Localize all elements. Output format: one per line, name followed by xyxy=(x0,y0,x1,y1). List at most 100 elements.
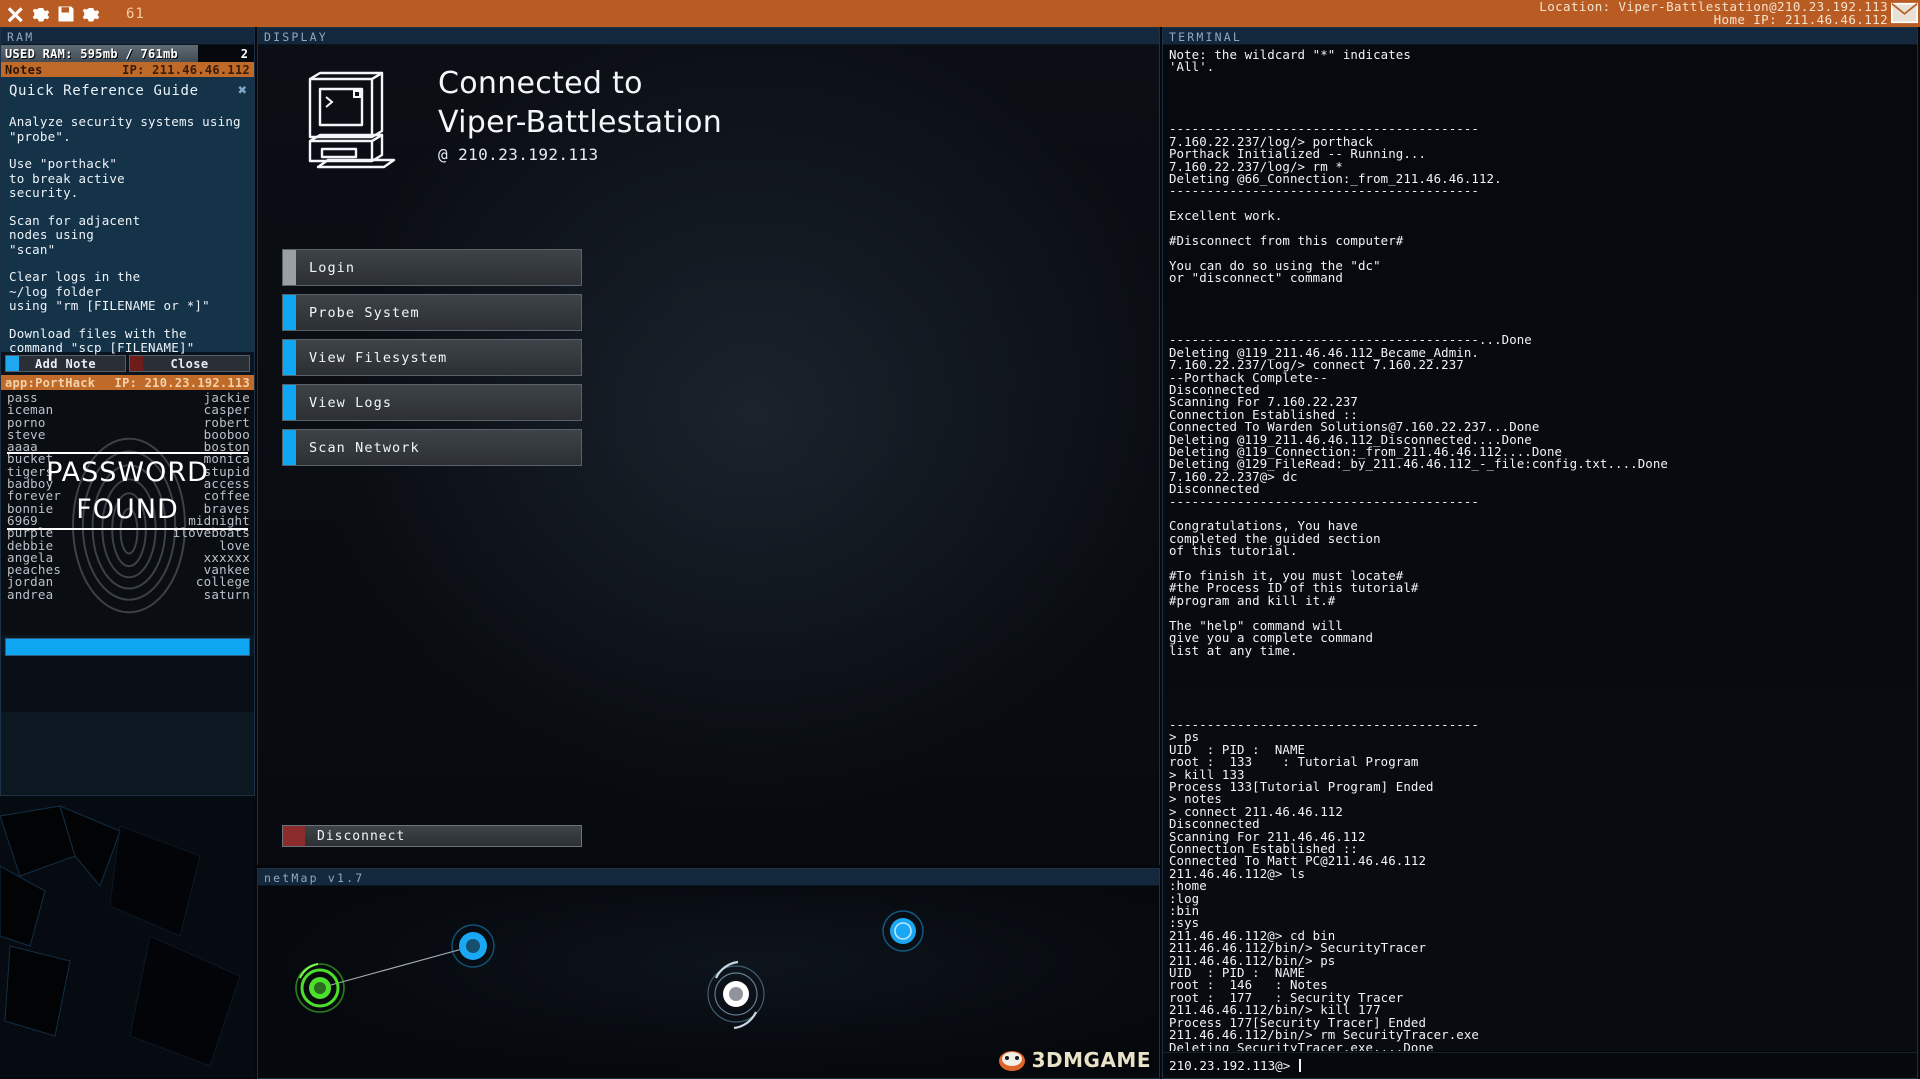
notes-paragraph: Download files with the command "scp [FI… xyxy=(9,325,195,355)
background-art-svg xyxy=(0,796,255,1079)
terminal-line: root : 133 : Tutorial Program xyxy=(1169,754,1419,770)
netmap-node-home[interactable] xyxy=(295,963,345,1013)
terminal-line: Note: the wildcard "*" indicates xyxy=(1169,47,1411,62)
terminal-line: > connect 211.46.46.112 xyxy=(1169,803,1343,819)
terminal-line: list at any time. xyxy=(1169,642,1298,658)
porthack-module-title-bar[interactable]: app:PortHack IP: 210.23.192.113 xyxy=(1,375,254,390)
close-icon[interactable]: ✖ xyxy=(238,81,247,99)
display-panel-body: Connected to Viper-Battlestation @ 210.2… xyxy=(258,45,1159,865)
password-item: andrea xyxy=(7,586,54,602)
ram-usage-label: USED RAM: 595mb / 761mb xyxy=(5,46,179,61)
home-ip-label: Home IP: 211.46.46.112 xyxy=(1713,11,1888,27)
terminal-prompt-text: 210.23.192.113@> xyxy=(1169,1058,1291,1073)
terminal-header: TERMINAL xyxy=(1163,28,1917,45)
top-bar-icons xyxy=(0,5,100,23)
machine-ip: @ 210.23.192.113 xyxy=(438,145,599,164)
close-notes-button[interactable]: Close xyxy=(129,355,250,372)
action-accent xyxy=(283,430,296,465)
porthack-module-title: app:PortHack xyxy=(5,375,96,390)
action-button-probe-system[interactable]: Probe System xyxy=(282,294,582,331)
left-background-art xyxy=(0,796,255,1079)
disconnect-button[interactable]: Disconnect xyxy=(282,825,582,847)
notes-module-title: Notes xyxy=(5,62,43,77)
disconnect-accent xyxy=(283,826,305,846)
save-icon[interactable] xyxy=(57,5,75,23)
notes-module-ip: IP: 211.46.46.112 xyxy=(122,62,250,77)
display-panel-header: DISPLAY xyxy=(258,28,1159,45)
terminal-line: or "disconnect" command xyxy=(1169,270,1343,286)
action-accent xyxy=(283,250,296,285)
hacknet-screen: 61 Location: Viper-Battlestation@210.23.… xyxy=(0,0,1920,1079)
gear-icon[interactable] xyxy=(32,5,50,23)
close-icon[interactable] xyxy=(7,5,25,23)
watermark-logo-icon xyxy=(998,1051,1025,1071)
notes-paragraph: Analyze security systems using "probe". xyxy=(9,114,241,144)
porthack-module-ip: IP: 210.23.192.113 xyxy=(114,375,250,390)
location-info: Location: Viper-Battlestation@210.23.192… xyxy=(1539,0,1888,27)
terminal-line: :bin xyxy=(1169,903,1200,919)
terminal-line: #Disconnect from this computer# xyxy=(1169,233,1404,249)
terminal-line: 7.160.22.237@> dc xyxy=(1169,468,1298,484)
terminal-line: #program and kill it.# xyxy=(1169,592,1336,608)
terminal-line: ----------------------------------------… xyxy=(1169,716,1479,732)
ram-panel: RAM USED RAM: 595mb / 761mb 2 Notes IP: … xyxy=(0,27,255,796)
machine-name: Viper-Battlestation xyxy=(438,105,723,140)
ram-usage-bar: USED RAM: 595mb / 761mb 2 xyxy=(1,45,254,62)
netmap-body[interactable]: 3DMGAME xyxy=(258,886,1159,1078)
top-bar: 61 Location: Viper-Battlestation@210.23.… xyxy=(0,0,1920,27)
action-label: Scan Network xyxy=(309,439,420,456)
terminal-line: :log xyxy=(1169,890,1200,906)
connection-text: Connected to Viper-Battlestation @ 210.2… xyxy=(438,65,722,167)
close-notes-label: Close xyxy=(170,356,209,371)
terminal-line: :home xyxy=(1169,878,1207,894)
disconnect-wrapper: Disconnect xyxy=(282,825,582,847)
terminal-line: Process 133[Tutorial Program] Ended xyxy=(1169,778,1434,794)
terminal-output: Note: the wildcard "*" indicates 'All'. -… xyxy=(1163,45,1917,1051)
action-label: Probe System xyxy=(309,304,420,321)
netmap-node-remote[interactable] xyxy=(882,910,924,952)
action-accent xyxy=(283,295,296,330)
add-note-button[interactable]: Add Note xyxy=(5,355,126,372)
notes-paragraph: Use "porthack" to break active security. xyxy=(9,156,125,200)
terminal-prompt[interactable]: 210.23.192.113@> xyxy=(1163,1052,1917,1078)
add-note-label: Add Note xyxy=(35,356,96,371)
terminal-line: ----------------------------------------… xyxy=(1169,493,1479,509)
notes-module-title-bar[interactable]: Notes IP: 211.46.46.112 xyxy=(1,62,254,77)
close-notes-accent xyxy=(130,356,143,371)
password-item: saturn xyxy=(203,586,250,602)
action-label: View Logs xyxy=(309,394,393,411)
netmap-node-current[interactable] xyxy=(707,960,765,1030)
terminal-line: 'All'. xyxy=(1169,59,1215,75)
netmap-node-adjacent[interactable] xyxy=(451,924,495,968)
action-button-login[interactable]: Login xyxy=(282,249,582,286)
netmap-header: netMap v1.7 xyxy=(258,869,1159,886)
action-button-scan-network[interactable]: Scan Network xyxy=(282,429,582,466)
terminal-line: of this tutorial. xyxy=(1169,543,1298,559)
settings-icon[interactable] xyxy=(82,5,100,23)
terminal-panel[interactable]: TERMINAL Note: the wildcard "*" indicate… xyxy=(1162,27,1918,1079)
terminal-line: Deleting SecurityTracer.exe....Done xyxy=(1169,1039,1434,1051)
password-column-left: pass iceman porno steve aaaa bucket tige… xyxy=(7,391,61,602)
add-note-accent xyxy=(6,356,19,371)
terminal-caret xyxy=(1299,1059,1302,1072)
action-accent xyxy=(283,340,296,375)
action-button-view-filesystem[interactable]: View Filesystem xyxy=(282,339,582,376)
terminal-line: 211.46.46.112@> ls xyxy=(1169,865,1306,881)
ram-panel-header: RAM xyxy=(1,28,254,45)
password-column-right: jackie casper robert booboo boston monic… xyxy=(173,391,250,602)
action-accent xyxy=(283,385,296,420)
watermark-text: 3DMGAME xyxy=(1031,1048,1151,1072)
action-button-list: Login Probe System View Filesystem View … xyxy=(258,206,1159,466)
action-button-view-logs[interactable]: View Logs xyxy=(282,384,582,421)
terminal-line: ----------------------------------------… xyxy=(1169,183,1479,199)
mail-icon[interactable] xyxy=(1891,2,1918,24)
porthack-module-footer xyxy=(1,656,254,712)
notes-heading: Quick Reference Guide xyxy=(9,83,199,99)
